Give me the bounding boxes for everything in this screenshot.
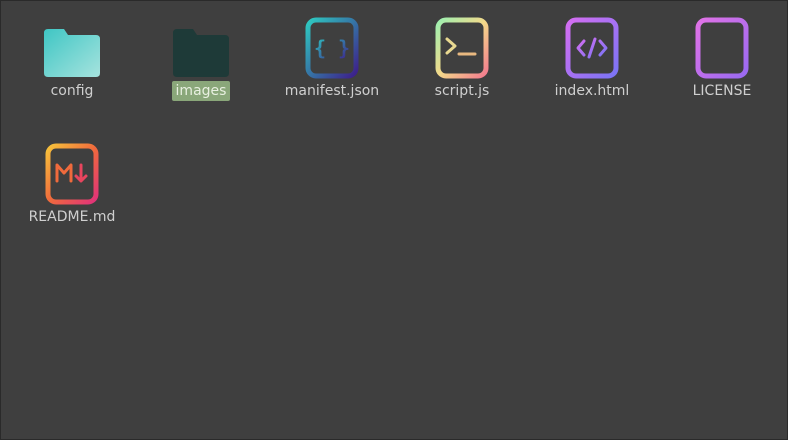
desktop-item-license[interactable]: LICENSE [667,17,777,101]
desktop-item-manifest-json[interactable]: { } manifest.json [277,17,387,101]
text-file-icon [695,17,749,79]
html-file-icon [565,17,619,79]
item-label: config [50,83,94,99]
desktop: config images { } manifest.json script.j… [0,0,788,440]
svg-text:{ }: { } [314,36,350,60]
item-label: manifest.json [284,83,380,99]
item-label: script.js [434,83,490,99]
folder-icon [173,29,229,77]
desktop-item-images[interactable]: images [146,19,256,101]
markdown-file-icon [45,143,99,205]
folder-icon [44,29,100,77]
item-label: index.html [554,83,630,99]
item-label: README.md [28,209,116,225]
desktop-item-config[interactable]: config [17,19,127,101]
json-file-icon: { } [305,17,359,79]
terminal-file-icon [435,17,489,79]
desktop-item-readme-md[interactable]: README.md [17,143,127,227]
desktop-item-script-js[interactable]: script.js [407,17,517,101]
item-label: images [171,81,231,101]
item-label: LICENSE [692,83,752,99]
desktop-item-index-html[interactable]: index.html [537,17,647,101]
